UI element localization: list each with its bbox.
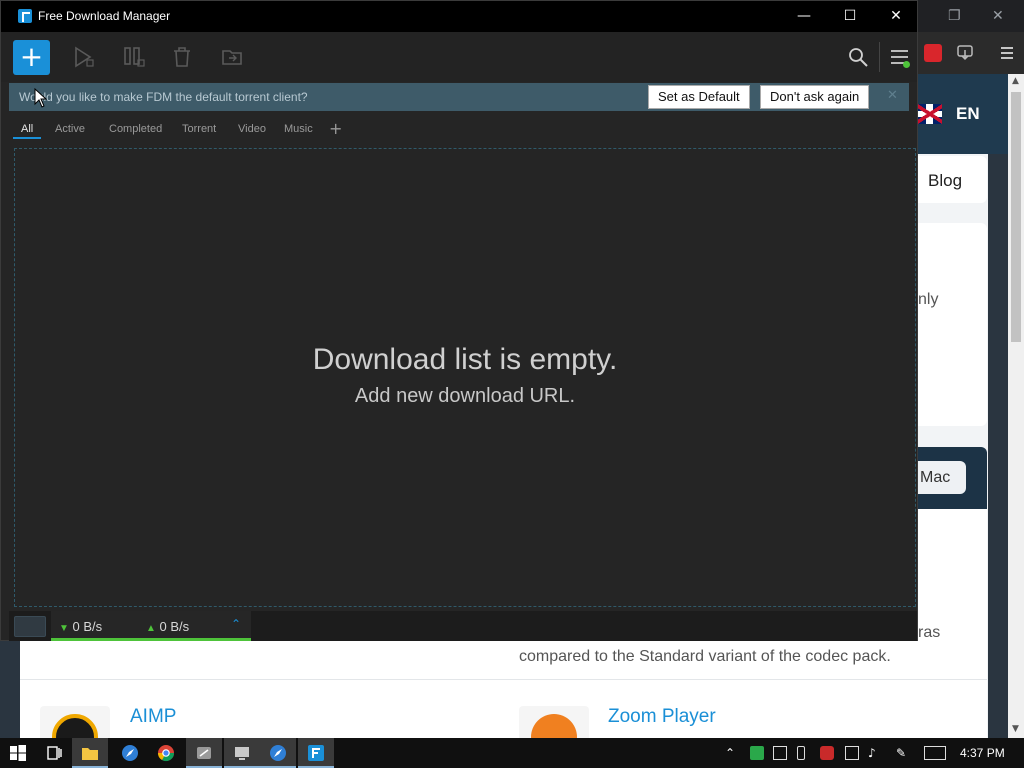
status-dot-icon <box>903 61 910 68</box>
status-bar: ▼ 0 B/s ▲ 0 B/s ⌃ <box>9 611 917 641</box>
start-button[interactable] <box>0 738 36 768</box>
tray-keyboard-icon[interactable] <box>924 746 946 760</box>
fdm-window: Free Download Manager — ☐ ✕ + Would you … <box>0 0 918 641</box>
set-as-default-button[interactable]: Set as Default <box>648 85 750 109</box>
page-scrollbar[interactable]: ▲ ▼ <box>1008 74 1024 738</box>
task-view-icon <box>47 746 62 760</box>
task-view-button[interactable] <box>36 738 72 768</box>
monitor-icon <box>235 747 249 760</box>
tray-defender-icon[interactable] <box>820 746 834 760</box>
empty-list-title: Download list is empty. <box>312 343 618 376</box>
browser-toolbar <box>918 32 1024 74</box>
fdm-toolbar: + <box>1 32 917 82</box>
extension-c-icon[interactable] <box>924 44 942 62</box>
taskbar-file-explorer[interactable] <box>72 738 108 768</box>
move-icon[interactable] <box>221 46 243 68</box>
add-tab-icon[interactable]: + <box>329 119 342 138</box>
tray-volume-icon[interactable]: ♪ <box>868 746 882 760</box>
fdm-logo-icon <box>308 745 324 761</box>
speed-panel[interactable]: ▼ 0 B/s ▲ 0 B/s ⌃ <box>51 611 251 641</box>
scroll-down-arrow-icon[interactable]: ▼ <box>1012 724 1019 734</box>
tab-all[interactable]: All <box>21 123 33 135</box>
pause-icon[interactable] <box>123 46 145 68</box>
resume-icon[interactable] <box>73 46 95 68</box>
mouse-cursor-icon <box>34 88 48 108</box>
tray-network-icon[interactable] <box>845 746 859 760</box>
taskbar-chrome[interactable] <box>148 738 184 768</box>
nav-blog-link[interactable]: Blog <box>918 156 987 203</box>
scrollbar-thumb[interactable] <box>1011 92 1021 342</box>
banner-message: Would you like to make FDM the default t… <box>19 90 308 104</box>
default-client-banner: Would you like to make FDM the default t… <box>9 83 909 111</box>
fdm-titlebar[interactable]: Free Download Manager — ☐ ✕ <box>1 1 917 32</box>
tool-icon <box>197 747 211 759</box>
scroll-up-arrow-icon[interactable]: ▲ <box>1012 76 1019 86</box>
taskbar-browser-2[interactable] <box>260 738 296 768</box>
nav-blog-label: Blog <box>928 171 963 190</box>
card-text-fragment: nly <box>918 291 939 308</box>
tab-torrent[interactable]: Torrent <box>182 123 216 135</box>
minimize-button[interactable]: — <box>781 1 827 32</box>
taskbar-app-tool[interactable] <box>186 738 222 768</box>
fdm-logo-icon <box>18 9 32 23</box>
divider <box>20 679 987 680</box>
banner-close-icon[interactable]: ✕ <box>887 88 898 103</box>
tray-pen-icon[interactable]: ✎ <box>896 746 910 760</box>
tab-completed[interactable]: Completed <box>109 123 162 135</box>
upload-speed: ▲ 0 B/s <box>146 619 190 634</box>
tray-display-icon[interactable] <box>773 746 787 760</box>
close-button[interactable]: ✕ <box>873 1 919 32</box>
tab-all-underline <box>13 137 41 139</box>
chevron-up-icon[interactable]: ⌃ <box>231 617 241 631</box>
download-arrow-icon: ▼ <box>59 623 69 634</box>
download-card: Mac <box>918 447 987 509</box>
browser-titlebar: ❐ ✕ <box>918 0 1024 32</box>
app-name-aimp[interactable]: AIMP <box>130 706 176 728</box>
toolbar-separator <box>879 42 880 72</box>
maximize-button[interactable]: ☐ <box>827 1 873 32</box>
app-name-zoom-player[interactable]: Zoom Player <box>608 706 716 728</box>
empty-list-subtitle: Add new download URL. <box>354 385 576 407</box>
download-list[interactable]: Download list is empty. Add new download… <box>14 148 916 607</box>
filter-tabs: All Active Completed Torrent Video Music… <box>9 111 909 147</box>
safari-icon <box>122 745 138 761</box>
windows-logo-icon <box>10 745 26 761</box>
snippet-fragment: ras <box>918 624 941 641</box>
search-icon[interactable] <box>847 46 869 68</box>
tray-usb-icon[interactable] <box>797 746 805 760</box>
taskbar-fdm[interactable] <box>298 738 334 768</box>
chrome-icon <box>157 745 175 762</box>
upload-arrow-icon: ▲ <box>146 623 156 634</box>
tray-c-icon[interactable] <box>750 746 764 760</box>
taskbar-app-desktop[interactable] <box>224 738 260 768</box>
taskbar-clock[interactable]: 4:37 PM <box>960 746 1005 760</box>
snippet-text: compared to the Standard variant of the … <box>519 648 891 665</box>
tab-video[interactable]: Video <box>238 123 266 135</box>
mac-button-label: Mac <box>920 469 951 486</box>
browser-menu-icon[interactable] <box>998 44 1016 62</box>
language-selector[interactable]: EN <box>956 104 980 124</box>
browser-restore-icon[interactable]: ❐ <box>948 8 961 24</box>
mac-download-button[interactable]: Mac <box>918 461 966 494</box>
safari-icon <box>270 745 286 761</box>
content-card: nly <box>918 223 987 426</box>
add-download-button[interactable]: + <box>13 40 50 75</box>
tab-active[interactable]: Active <box>55 123 85 135</box>
uk-flag-icon[interactable] <box>918 104 942 124</box>
extension-download-icon[interactable] <box>956 44 974 62</box>
dont-ask-again-button[interactable]: Don't ask again <box>760 85 870 109</box>
folder-icon[interactable] <box>14 616 46 637</box>
window-title: Free Download Manager <box>38 9 171 23</box>
taskbar-browser-1[interactable] <box>112 738 148 768</box>
folder-icon <box>82 748 98 760</box>
delete-icon[interactable] <box>171 46 193 68</box>
browser-close-icon[interactable]: ✕ <box>992 8 1004 24</box>
tab-music[interactable]: Music <box>284 123 313 135</box>
download-speed: ▼ 0 B/s <box>59 619 103 634</box>
tray-overflow-chevron-icon[interactable]: ⌃ <box>725 746 739 760</box>
taskbar: ⌃ ♪ ✎ 4:37 PM <box>0 738 1024 768</box>
